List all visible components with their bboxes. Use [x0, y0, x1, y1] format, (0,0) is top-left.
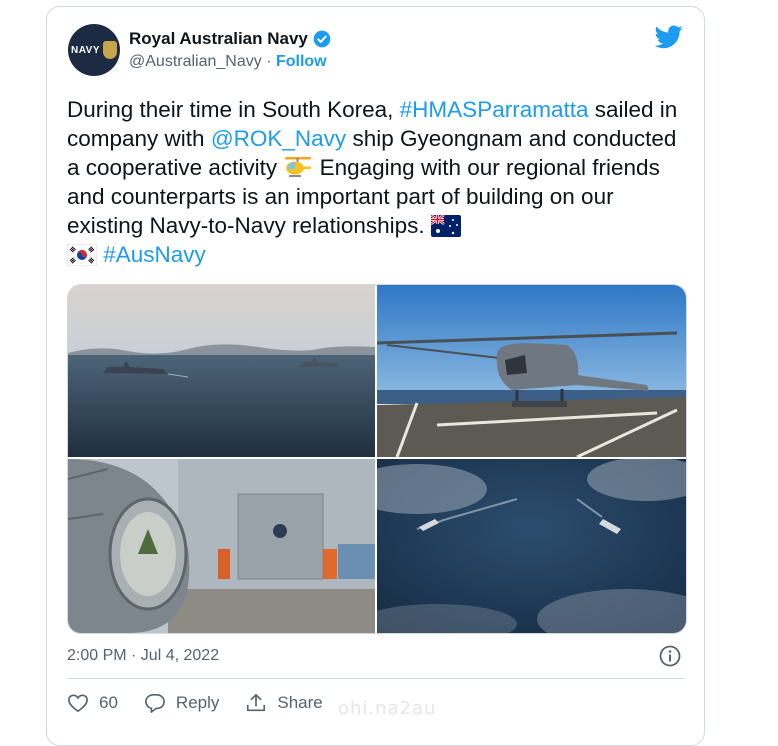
avatar[interactable]: NAVY	[68, 24, 120, 76]
reply-label: Reply	[175, 693, 220, 712]
tweet-timestamp[interactable]: 2:00 PM · Jul 4, 2022	[67, 647, 219, 665]
handle-row: @Australian_Navy · Follow	[129, 53, 327, 71]
reply-button[interactable]: Reply	[144, 693, 219, 713]
handle[interactable]: @Australian_Navy	[129, 53, 262, 70]
info-icon[interactable]	[658, 644, 682, 668]
verified-badge-icon	[313, 30, 331, 48]
hashtag-link[interactable]: #AusNavy	[103, 242, 206, 267]
australia-flag-emoji-icon	[430, 215, 461, 237]
crest-icon	[103, 41, 118, 59]
tweet-text-part: During their time in South Korea,	[67, 97, 400, 122]
display-name-row: Royal Australian Navy	[129, 29, 332, 49]
mention-link[interactable]: @ROK_Navy	[211, 126, 346, 151]
ships-sailing-photo[interactable]	[68, 285, 375, 457]
watermark-text: ohi.na2au	[338, 698, 437, 719]
tweet-text: During their time in South Korea, #HMASP…	[67, 95, 687, 269]
reply-bubble-icon	[145, 694, 165, 713]
display-name[interactable]: Royal Australian Navy	[129, 29, 308, 49]
heart-icon	[68, 694, 88, 713]
tweet-actions: 60 Reply Share	[67, 692, 349, 714]
korea-flag-emoji-icon	[67, 244, 97, 266]
share-icon	[247, 693, 266, 712]
follow-button[interactable]: Follow	[276, 53, 327, 70]
handle-separator: ·	[261, 53, 276, 70]
twitter-bird-icon[interactable]	[655, 25, 683, 49]
tweet-card: NAVY Royal Australian Navy @Australian_N…	[46, 6, 705, 746]
like-count: 60	[99, 693, 118, 712]
helicopter-emoji-icon	[285, 157, 312, 177]
divider	[67, 678, 685, 679]
helicopter-hangar-photo[interactable]	[68, 459, 375, 633]
share-label: Share	[277, 693, 323, 712]
aerial-ships-photo[interactable]	[377, 459, 686, 633]
avatar-text: NAVY	[70, 44, 101, 56]
media-grid	[67, 284, 687, 634]
hashtag-link[interactable]: #HMASParramatta	[400, 97, 589, 122]
like-button[interactable]: 60	[67, 693, 118, 713]
helicopter-on-deck-photo[interactable]	[377, 285, 686, 457]
share-button[interactable]: Share	[245, 692, 323, 714]
